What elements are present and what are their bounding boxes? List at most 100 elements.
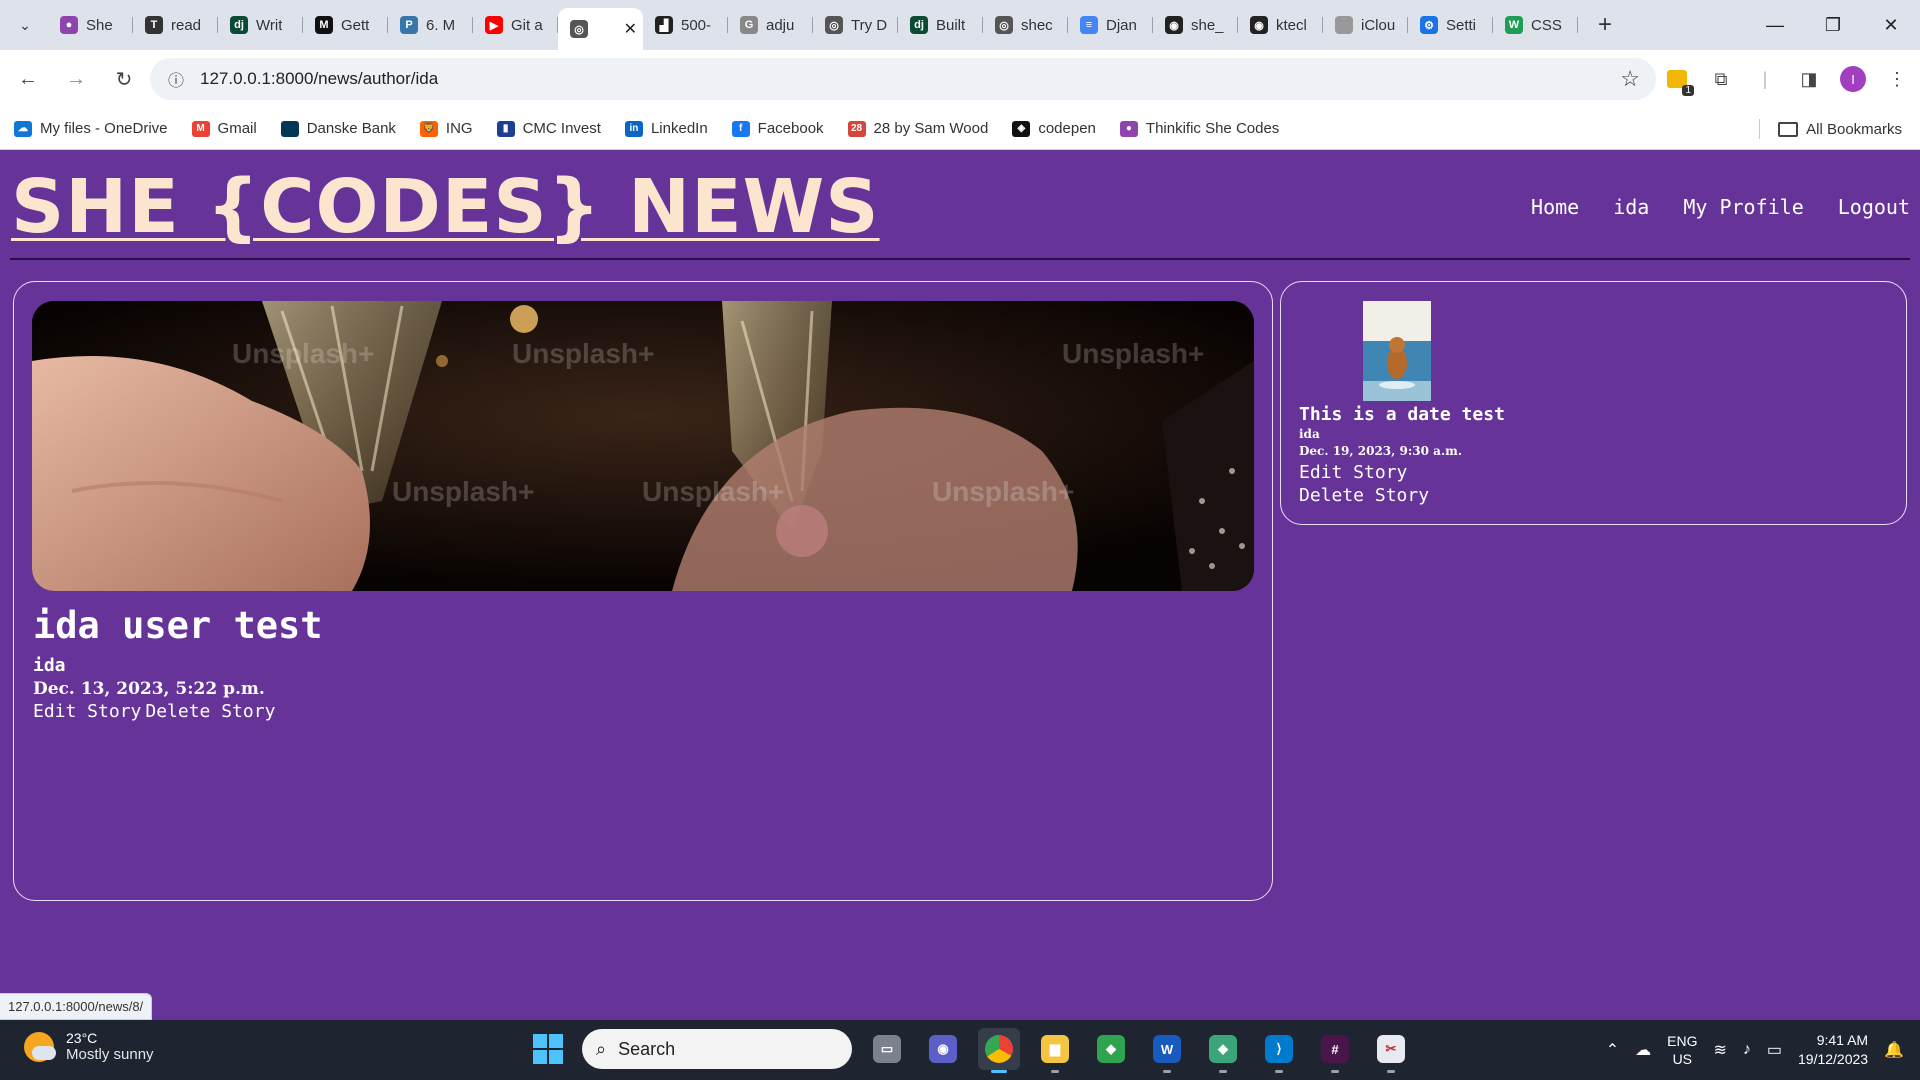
browser-tab[interactable]: Tread [133,8,218,42]
tab-title: shec [1021,16,1053,34]
word-icon[interactable]: W [1146,1028,1188,1073]
battery-icon[interactable]: ▭ [1767,1040,1782,1060]
browser-tab[interactable]: ▟ 500- [643,8,728,42]
bookmark-item[interactable]: ☁ My files - OneDrive [14,120,168,137]
tab-favicon-icon: P [400,16,418,34]
bookmark-label: LinkedIn [650,120,708,137]
side-delete-story-link[interactable]: Delete Story [1299,485,1429,506]
start-button[interactable] [528,1029,568,1069]
browser-tab[interactable]: dj Writ [218,8,303,42]
menu-kebab-icon[interactable]: ⋮ [1884,66,1910,92]
bookmark-item[interactable]: Danske Bank [280,120,396,137]
nav-my-profile-link[interactable]: My Profile [1683,195,1803,219]
tab-favicon-icon: ≡ [1080,16,1098,34]
bookmark-item[interactable]: in LinkedIn [624,120,708,137]
browser-tab[interactable]: ● She [48,8,133,42]
profile-avatar[interactable]: I [1840,66,1866,92]
web-page: SHE {CODES} NEWS Home ida My Profile Log… [0,150,1920,1020]
tab-search-button[interactable]: ⌄ [10,10,40,40]
browser-tab[interactable]: P 6. M [388,8,473,42]
nav-logout-link[interactable]: Logout [1838,195,1910,219]
hero-image[interactable]: Unsplash+ Unsplash+ Unsplash+ Unsplash+ … [32,301,1254,591]
task-view-icon[interactable]: ▭ [866,1028,908,1070]
chevron-down-icon: ⌄ [19,16,31,33]
address-bar[interactable]: ⓘ 127.0.0.1:8000/news/author/ida ☆ [150,58,1656,100]
vscode-icon[interactable]: ⟩ [1258,1028,1300,1073]
side-story-author: ida [1299,427,1320,441]
dog-beach-thumbnail[interactable] [1363,301,1431,401]
side-edit-story-label[interactable]: Edit Story [1299,462,1407,483]
tab-title: 6. M [426,16,456,34]
folder-icon [1778,121,1799,137]
onedrive-cloud-icon[interactable]: ☁ [1635,1040,1651,1060]
new-tab-button[interactable]: + [1590,11,1620,39]
browser-tab[interactable]: ◎ ✕ [558,8,643,50]
reload-button[interactable]: ↻ [104,59,144,99]
extensions-puzzle-icon[interactable]: ⧉ [1708,66,1734,92]
extension-badge-icon[interactable]: 1 [1664,66,1694,96]
git-app-icon[interactable]: ◆ [1090,1028,1132,1070]
tab-favicon-icon: dj [230,16,248,34]
bookmark-item[interactable]: ● Thinkific She Codes [1119,120,1279,137]
browser-tab[interactable]: ◎ shec [983,8,1068,42]
tab-title: She [86,16,113,34]
delete-story-link[interactable]: Delete Story [145,701,275,722]
browser-tab[interactable]: M Gett [303,8,388,42]
close-window-icon[interactable]: ✕ [1862,0,1920,50]
browser-tab[interactable]: ◎ Try D [813,8,898,42]
browser-tab[interactable]: ▶ Git a [473,8,558,42]
story-date: Dec. 13, 2023, 5:22 p.m. [33,679,265,699]
site-logo-link[interactable]: SHE {CODES} NEWS [11,164,880,250]
address-url[interactable]: 127.0.0.1:8000/news/author/ida [200,69,438,89]
bookmark-item[interactable]: M Gmail [191,120,257,137]
taskbar-search[interactable]: ⌕ Search [582,1029,852,1069]
bookmark-item[interactable]: ▮ CMC Invest [496,120,601,137]
weather-widget[interactable]: 23°C Mostly sunny [24,1030,154,1063]
file-explorer-icon[interactable]: ▆ [1034,1028,1076,1073]
snipping-tool-icon[interactable]: ✂ [1370,1028,1412,1073]
browser-tab[interactable]: ◉ she_ [1153,8,1238,42]
tab-favicon-icon: ◉ [1250,16,1268,34]
tab-favicon-icon: dj [910,16,928,34]
clock[interactable]: 9:41 AM 19/12/2023 [1798,1031,1868,1069]
story-title[interactable]: ida user test [33,604,323,647]
slack-icon[interactable]: # [1314,1028,1356,1073]
forward-button[interactable]: → [56,59,96,99]
side-edit-story-link[interactable]: Edit Story [1299,462,1407,483]
side-panel-icon[interactable]: ◨ [1796,66,1822,92]
nav-user-link[interactable]: ida [1613,195,1649,219]
back-button[interactable]: ← [8,59,48,99]
bookmark-item[interactable]: f Facebook [731,120,824,137]
browser-tab[interactable]: iClou [1323,8,1408,42]
restore-icon[interactable]: ❐ [1804,0,1862,50]
chrome-icon[interactable] [978,1028,1020,1073]
site-info-icon[interactable]: ⓘ [158,67,194,91]
all-bookmarks-button[interactable]: All Bookmarks [1759,108,1902,150]
wifi-icon[interactable]: ≋ [1713,1040,1726,1060]
git-kraken-icon[interactable]: ◆ [1202,1028,1244,1073]
browser-tab[interactable]: Gadju [728,8,813,42]
browser-tab[interactable]: dj Built [898,8,983,42]
volume-icon[interactable]: ♪ [1743,1041,1751,1059]
notification-bell-icon[interactable]: 🔔 [1884,1040,1904,1060]
minimize-icon[interactable]: — [1746,0,1804,50]
bookmark-item[interactable]: ◈ codepen [1012,120,1096,137]
language-indicator[interactable]: ENG US [1667,1032,1697,1068]
browser-tab[interactable]: ≡ Djan [1068,8,1153,42]
tab-list: ● She Tread dj Writ M Gett P 6. M ▶ Git a ◎ ✕ ▟ 500- Ga… [48,0,1578,50]
side-story-title[interactable]: This is a date test [1299,404,1505,425]
side-delete-story-label[interactable]: Delete Story [1299,485,1429,506]
watermark-text: Unsplash+ [232,338,374,369]
browser-tab[interactable]: W CSS [1493,8,1578,42]
browser-tab[interactable]: ⚙ Setti [1408,8,1493,42]
close-tab-icon[interactable]: ✕ [624,19,637,39]
chevron-up-icon[interactable]: ⌃ [1606,1040,1619,1060]
bookmark-item[interactable]: 🦁 ING [419,120,473,137]
nav-home-link[interactable]: Home [1531,195,1579,219]
bookmark-star-icon[interactable]: ☆ [1620,66,1640,92]
edit-story-link[interactable]: Edit Story [33,701,141,722]
teams-chat-icon[interactable]: ◉ [922,1028,964,1070]
browser-tab[interactable]: ◉ ktecl [1238,8,1323,42]
toolbar-divider: | [1762,68,1768,89]
bookmark-item[interactable]: 28 28 by Sam Wood [847,120,988,137]
